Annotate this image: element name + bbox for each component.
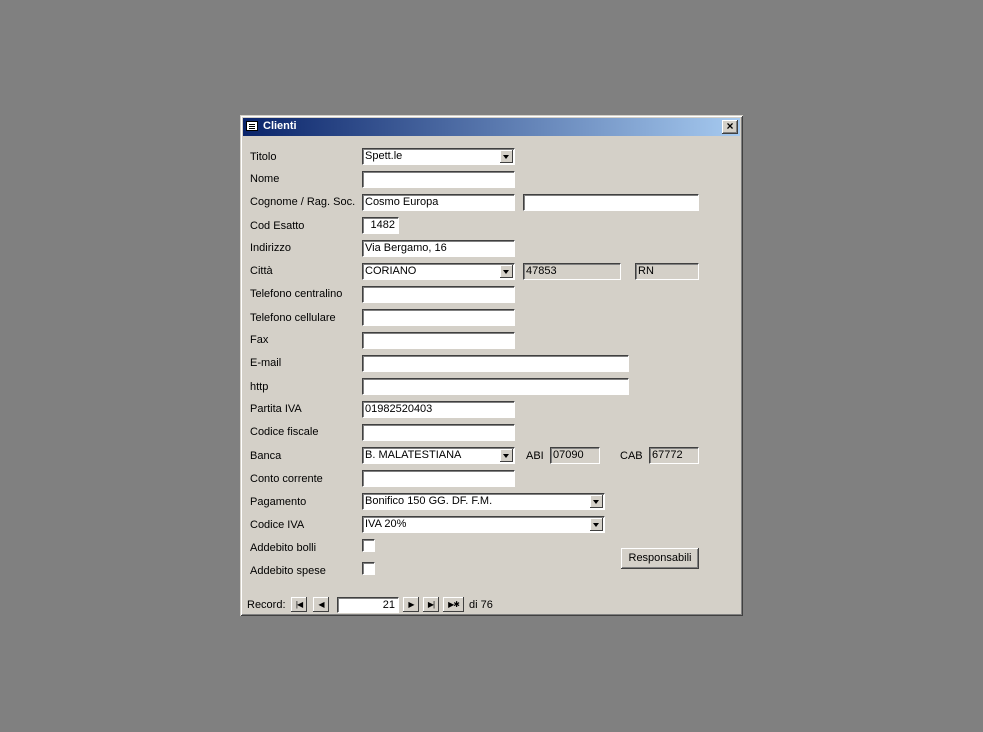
addebito-spese-label: Addebito spese — [250, 565, 326, 577]
title-bar[interactable]: Clienti × — [243, 118, 740, 136]
cognome-extra-field[interactable] — [523, 194, 699, 211]
indirizzo-label: Indirizzo — [250, 242, 291, 254]
telefono-centralino-label: Telefono centralino — [250, 288, 343, 300]
telefono-cellulare-field[interactable] — [362, 309, 515, 326]
partita-iva-field[interactable]: 01982520403 — [362, 401, 515, 418]
email-field[interactable] — [362, 355, 629, 372]
nome-field[interactable] — [362, 171, 515, 188]
banca-combo[interactable]: B. MALATESTIANA — [362, 447, 515, 464]
codice-fiscale-field[interactable] — [362, 424, 515, 441]
close-button[interactable]: × — [722, 120, 738, 134]
codice-iva-label: Codice IVA — [250, 519, 305, 531]
titolo-value: Spett.le — [365, 150, 403, 162]
citta-combo[interactable]: CORIANO — [362, 263, 515, 280]
conto-corrente-label: Conto corrente — [250, 473, 323, 485]
record-navigation-bar: Record: |◀ ◀ 21 ▶ ▶| ▶✱ di 76 — [243, 597, 740, 613]
pagamento-combo[interactable]: Bonifico 150 GG. DF. F.M. — [362, 493, 605, 510]
indirizzo-field[interactable]: Via Bergamo, 16 — [362, 240, 515, 257]
cod-esatto-field[interactable]: 1482 — [362, 217, 399, 234]
record-count: di 76 — [469, 599, 493, 611]
chevron-down-icon[interactable] — [500, 265, 513, 278]
addebito-bolli-label: Addebito bolli — [250, 542, 317, 554]
last-record-icon[interactable]: ▶| — [423, 597, 439, 612]
form-icon — [246, 121, 258, 131]
codice-fiscale-label: Codice fiscale — [250, 426, 319, 438]
abi-label: ABI — [526, 450, 544, 462]
cab-label: CAB — [620, 450, 643, 462]
partita-iva-label: Partita IVA — [250, 403, 302, 415]
new-record-icon[interactable]: ▶✱ — [443, 597, 464, 612]
abi-field: 07090 — [550, 447, 600, 464]
chevron-down-icon[interactable] — [500, 449, 513, 462]
titolo-label: Titolo — [250, 151, 277, 163]
previous-record-icon[interactable]: ◀ — [313, 597, 329, 612]
window-title: Clienti — [263, 120, 297, 132]
addebito-spese-checkbox[interactable] — [362, 562, 375, 575]
email-label: E-mail — [250, 357, 282, 369]
citta-value: CORIANO — [365, 265, 417, 277]
addebito-bolli-checkbox[interactable] — [362, 539, 375, 552]
clienti-window: Clienti × Titolo Spett.le Nome Cognome /… — [240, 115, 743, 616]
conto-corrente-field[interactable] — [362, 470, 515, 487]
fax-label: Fax — [250, 334, 269, 346]
responsabili-button[interactable]: Responsabili — [621, 548, 699, 569]
http-field[interactable] — [362, 378, 629, 395]
citta-label: Città — [250, 265, 273, 277]
chevron-down-icon[interactable] — [590, 518, 603, 531]
chevron-down-icon[interactable] — [590, 495, 603, 508]
pagamento-value: Bonifico 150 GG. DF. F.M. — [365, 495, 493, 507]
record-number-field[interactable]: 21 — [337, 597, 399, 613]
codice-iva-value: IVA 20% — [365, 518, 407, 530]
titolo-combo[interactable]: Spett.le — [362, 148, 515, 165]
nome-label: Nome — [250, 173, 280, 185]
cap-field: 47853 — [523, 263, 621, 280]
codice-iva-combo[interactable]: IVA 20% — [362, 516, 605, 533]
banca-value: B. MALATESTIANA — [365, 449, 462, 461]
provincia-field: RN — [635, 263, 699, 280]
fax-field[interactable] — [362, 332, 515, 349]
telefono-centralino-field[interactable] — [362, 286, 515, 303]
chevron-down-icon[interactable] — [500, 150, 513, 163]
next-record-icon[interactable]: ▶ — [403, 597, 419, 612]
banca-label: Banca — [250, 450, 282, 462]
telefono-cellulare-label: Telefono cellulare — [250, 312, 336, 324]
first-record-icon[interactable]: |◀ — [291, 597, 307, 612]
cod-esatto-label: Cod Esatto — [250, 220, 305, 232]
cab-field: 67772 — [649, 447, 699, 464]
http-label: http — [250, 381, 269, 393]
record-label: Record: — [247, 599, 286, 611]
cognome-field[interactable]: Cosmo Europa — [362, 194, 515, 211]
cognome-label: Cognome / Rag. Soc. — [250, 196, 356, 208]
pagamento-label: Pagamento — [250, 496, 307, 508]
